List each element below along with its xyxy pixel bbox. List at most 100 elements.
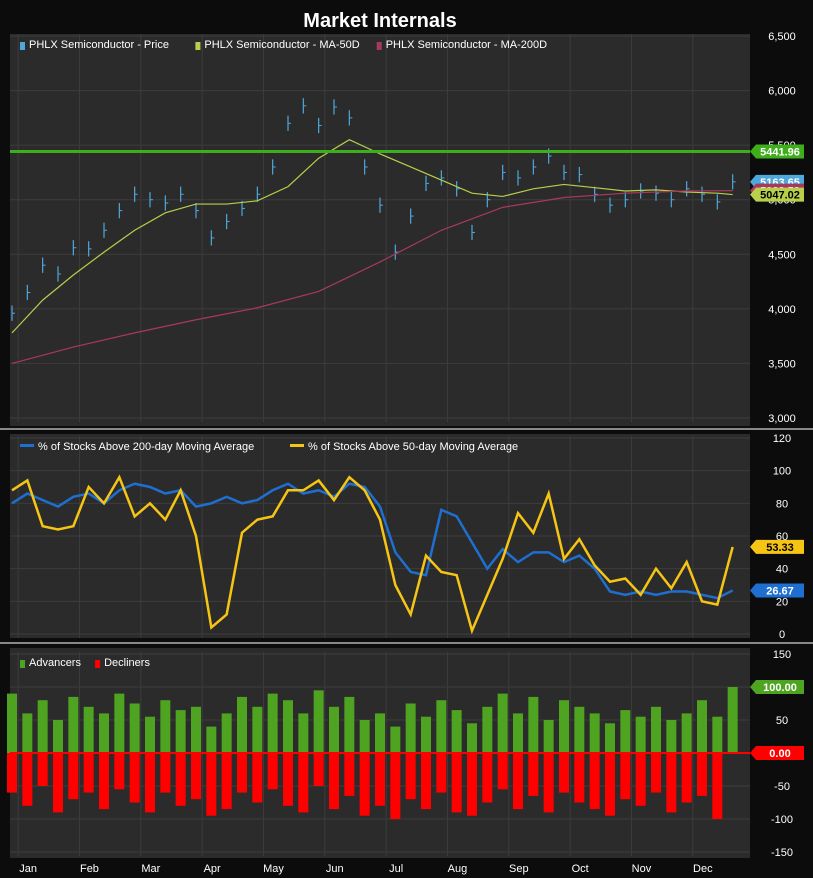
decliner-bar xyxy=(497,753,508,790)
advancer-bar xyxy=(405,703,416,753)
legend-swatch xyxy=(95,660,101,668)
decliner-bar xyxy=(313,753,324,786)
decliner-bar xyxy=(206,753,217,816)
advancer-bar xyxy=(237,696,247,753)
legend-label: PHLX Semiconductor - Price xyxy=(29,39,169,51)
advancer-bar xyxy=(727,687,738,753)
decliner-bar xyxy=(160,753,171,793)
last-value-label: 5047.02 xyxy=(760,190,800,202)
advancer-bar xyxy=(129,703,140,753)
legend-swatch xyxy=(20,42,25,50)
advancer-bar xyxy=(513,713,523,753)
decliner-bar xyxy=(697,753,707,796)
advancer-bar xyxy=(145,716,155,753)
decliner-bar xyxy=(37,753,48,786)
decliner-bar xyxy=(559,753,569,793)
decliner-bar xyxy=(513,753,523,810)
legend-label: PHLX Semiconductor - MA-50D xyxy=(204,39,359,51)
advancer-bar xyxy=(559,700,569,753)
decliner-bar xyxy=(53,753,63,813)
legend-label: Decliners xyxy=(104,657,150,669)
decliner-bar xyxy=(574,753,585,803)
advancer-bar xyxy=(344,696,355,753)
advancer-bar xyxy=(528,696,539,753)
y-tick-label: 3,500 xyxy=(768,358,796,370)
legend-swatch xyxy=(376,42,382,50)
decliner-bar xyxy=(252,753,263,803)
decliner-bar xyxy=(543,753,554,813)
x-tick-label: Oct xyxy=(572,863,589,875)
decliner-bar xyxy=(359,753,370,816)
y-tick-label: -50 xyxy=(774,781,790,793)
decliner-bar xyxy=(666,753,677,813)
market-internals-chart: 3,0003,5004,0004,5005,0005,5006,0006,500… xyxy=(0,31,813,875)
advancer-bar xyxy=(451,710,462,753)
advancer-bar xyxy=(589,713,600,753)
x-tick-label: Jan xyxy=(19,863,37,875)
x-tick-label: Sep xyxy=(509,863,529,875)
decliner-bar xyxy=(22,753,33,806)
advancer-bar xyxy=(697,700,707,753)
y-tick-label: 80 xyxy=(776,498,788,510)
decliner-bar xyxy=(635,753,646,806)
advancer-bar xyxy=(283,700,293,753)
advancer-bar xyxy=(191,706,201,753)
decliner-bar xyxy=(191,753,201,800)
x-tick-label: Apr xyxy=(204,863,221,875)
advancer-bar xyxy=(421,716,431,753)
decliner-bar xyxy=(421,753,431,810)
decliner-bar xyxy=(114,753,125,790)
advancer-bar xyxy=(390,726,401,753)
advancer-bar xyxy=(252,706,263,753)
last-value-label: 5441.96 xyxy=(760,146,800,158)
decliner-bar xyxy=(651,753,661,793)
y-tick-label: 6,000 xyxy=(768,86,796,98)
x-tick-label: Nov xyxy=(632,863,652,875)
decliner-bar xyxy=(68,753,79,800)
decliner-bar xyxy=(7,753,17,793)
decliner-bar xyxy=(83,753,94,793)
x-tick-label: Mar xyxy=(141,863,160,875)
x-tick-label: Dec xyxy=(693,863,713,875)
y-tick-label: 150 xyxy=(773,649,791,661)
decliner-bar xyxy=(436,753,447,793)
advancer-bar xyxy=(482,706,493,753)
y-tick-label: 50 xyxy=(776,715,788,727)
y-tick-label: 6,500 xyxy=(768,31,796,43)
y-tick-label: 3,000 xyxy=(768,413,796,425)
decliner-bar xyxy=(175,753,186,806)
decliner-bar xyxy=(129,753,140,803)
advancer-bar xyxy=(543,720,554,753)
advancer-bar xyxy=(436,700,447,753)
legend-swatch xyxy=(290,444,304,447)
x-tick-label: Aug xyxy=(448,863,468,875)
legend-label: PHLX Semiconductor - MA-200D xyxy=(386,39,547,51)
y-tick-label: 40 xyxy=(776,564,788,576)
advancer-bar xyxy=(635,716,646,753)
legend-swatch xyxy=(20,660,25,668)
legend-label: Advancers xyxy=(29,657,81,669)
advancer-bar xyxy=(666,720,677,753)
advancer-bar xyxy=(83,706,94,753)
advancer-bar xyxy=(375,713,385,753)
decliner-bar xyxy=(605,753,615,816)
legend-label: % of Stocks Above 50-day Moving Average xyxy=(308,441,518,453)
legend-swatch xyxy=(195,42,201,50)
y-tick-label: 4,500 xyxy=(768,249,796,261)
legend-label: % of Stocks Above 200-day Moving Average xyxy=(38,441,254,453)
advancer-bar xyxy=(7,693,17,753)
decliner-bar xyxy=(589,753,600,810)
advancer-bar xyxy=(712,716,723,753)
advancer-bar xyxy=(651,706,661,753)
decliner-bar xyxy=(482,753,493,803)
advancer-bar xyxy=(497,693,508,753)
decliner-bar xyxy=(620,753,631,800)
x-tick-label: Jun xyxy=(326,863,344,875)
advancer-bar xyxy=(298,713,309,753)
last-value-label: 100.00 xyxy=(763,682,797,694)
advancer-bar xyxy=(206,726,217,753)
price-panel xyxy=(10,34,750,426)
advancer-bar xyxy=(22,713,33,753)
advancer-bar xyxy=(329,706,339,753)
y-tick-label: 0 xyxy=(779,629,785,641)
